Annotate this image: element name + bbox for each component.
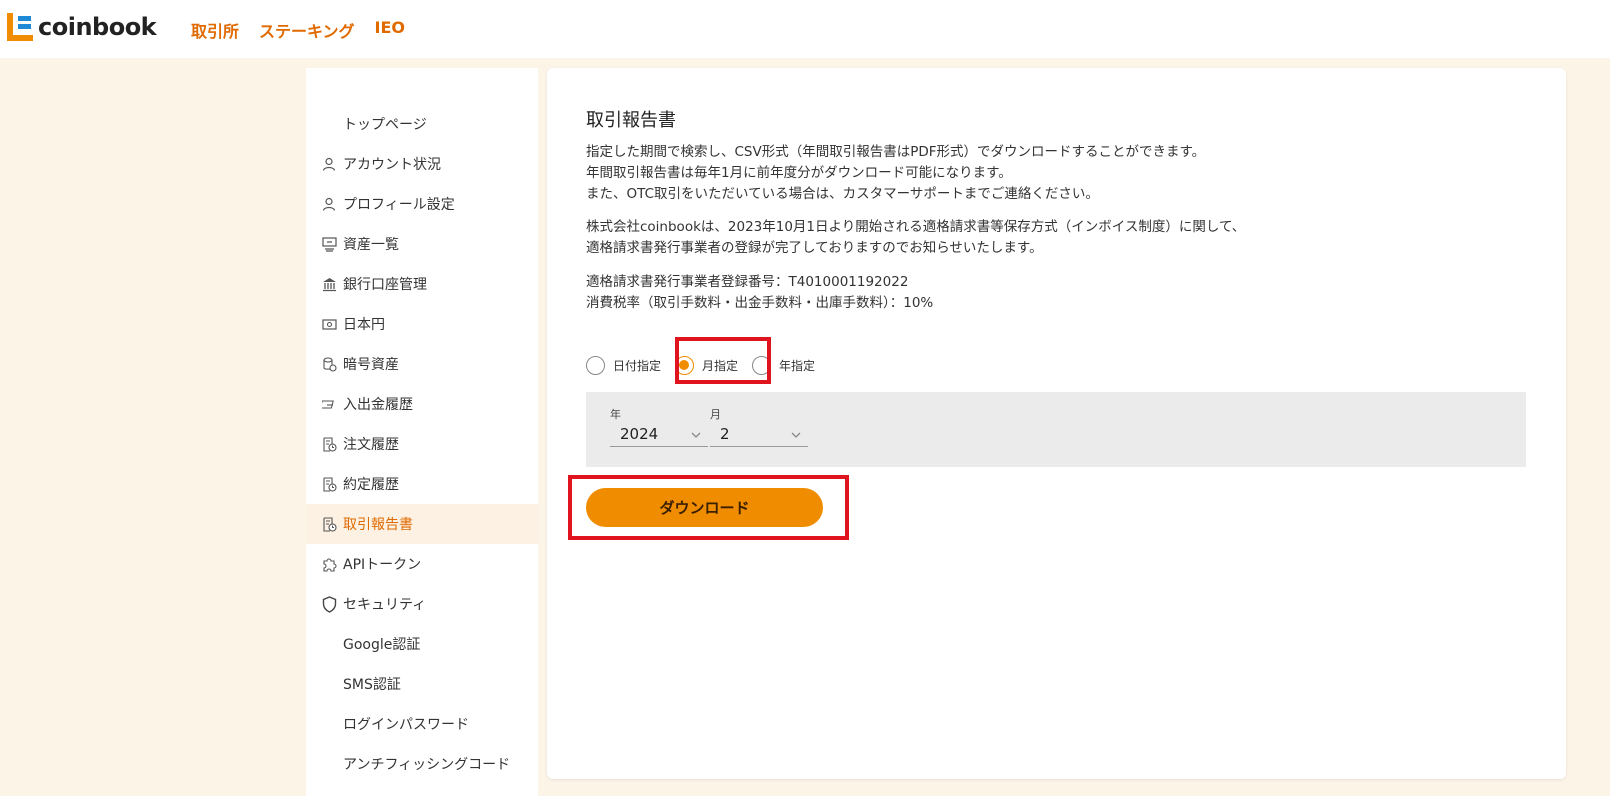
sidebar-item-api-token[interactable]: APIトークン bbox=[306, 544, 538, 584]
transfer-icon bbox=[321, 396, 337, 412]
sidebar-item-asset-list[interactable]: 資産一覧 bbox=[306, 224, 538, 264]
receipt-clock-icon bbox=[321, 516, 337, 532]
sidebar-item-label: 注文履歴 bbox=[343, 437, 399, 453]
sidebar-item-label: 約定履歴 bbox=[343, 477, 399, 493]
description-line: また、OTC取引をいただいている場合は、カスタマーサポートまでご連絡ください。 bbox=[586, 186, 1099, 202]
sidebar-item-label: SMS認証 bbox=[343, 677, 401, 693]
year-value: 2024 bbox=[620, 425, 659, 443]
year-select[interactable]: 2024 bbox=[610, 425, 708, 447]
sidebar-item-jpy[interactable]: 日本円 bbox=[306, 304, 538, 344]
person-icon bbox=[321, 196, 337, 212]
puzzle-icon bbox=[321, 556, 337, 572]
chevron-down-icon bbox=[790, 427, 802, 445]
sidebar-item-sms-auth[interactable]: SMS認証 bbox=[306, 664, 538, 704]
radio-circle bbox=[586, 356, 605, 375]
bank-icon bbox=[321, 276, 337, 292]
coinbook-logo-icon bbox=[7, 13, 33, 41]
person-icon bbox=[321, 156, 337, 172]
main-panel: 取引報告書 指定した期間で検索し、CSV形式（年間取引報告書はPDF形式）でダウ… bbox=[547, 68, 1566, 779]
month-value: 2 bbox=[720, 425, 730, 443]
sidebar-item-anti-phishing-code[interactable]: アンチフィッシングコード bbox=[306, 744, 538, 784]
page-title: 取引報告書 bbox=[586, 110, 676, 131]
highlight-box-download-button bbox=[568, 475, 849, 540]
nav-ieo[interactable]: IEO bbox=[375, 18, 405, 42]
month-label: 月 bbox=[710, 408, 721, 421]
sidebar-item-trade-report[interactable]: 取引報告書 bbox=[306, 504, 538, 544]
sidebar-item-login-password[interactable]: ログインパスワード bbox=[306, 704, 538, 744]
sidebar-item-label: 資産一覧 bbox=[343, 237, 399, 253]
brand-name: coinbook bbox=[38, 13, 157, 41]
radio-date-range[interactable]: 日付指定 bbox=[586, 356, 661, 375]
sidebar-item-label: 日本円 bbox=[343, 317, 385, 333]
month-select[interactable]: 2 bbox=[710, 425, 808, 447]
sidebar-item-label: Google認証 bbox=[343, 637, 421, 653]
sidebar-item-label: トップページ bbox=[343, 117, 427, 133]
sidebar-item-bank-account[interactable]: 銀行口座管理 bbox=[306, 264, 538, 304]
nav-exchange[interactable]: 取引所 bbox=[191, 18, 239, 42]
sidebar-item-execution-history[interactable]: 約定履歴 bbox=[306, 464, 538, 504]
sidebar-item-security[interactable]: セキュリティ bbox=[306, 584, 538, 624]
sidebar-item-profile-settings[interactable]: プロフィール設定 bbox=[306, 184, 538, 224]
sidebar-item-label: アンチフィッシングコード bbox=[343, 757, 511, 773]
description-line: 年間取引報告書は毎年1月に前年度分がダウンロード可能になります。 bbox=[586, 165, 1012, 181]
nav-staking[interactable]: ステーキング bbox=[259, 18, 355, 42]
sidebar-item-crypto-assets[interactable]: 暗号資産 bbox=[306, 344, 538, 384]
sidebar-item-label: APIトークン bbox=[343, 557, 422, 573]
sidebar-item-label: 取引報告書 bbox=[343, 517, 413, 533]
consumption-tax-rate: 消費税率（取引手数料・出金手数料・出庫手数料）：10% bbox=[586, 295, 934, 311]
sidebar-item-label: アカウント状況 bbox=[343, 157, 441, 173]
sidebar-item-account-status[interactable]: アカウント状況 bbox=[306, 144, 538, 184]
receipt-clock-icon bbox=[321, 436, 337, 452]
filter-panel: 年 2024 月 2 bbox=[586, 392, 1526, 467]
coinbook-logo[interactable]: coinbook bbox=[7, 13, 157, 41]
sidebar-item-label: セキュリティ bbox=[343, 597, 427, 613]
top-bar: coinbook 取引所 ステーキング IEO bbox=[0, 0, 1610, 58]
description-block-1: 指定した期間で検索し、CSV形式（年間取引報告書はPDF形式）でダウンロードする… bbox=[586, 142, 1205, 205]
description-line: 株式会社coinbookは、2023年10月1日より開始される適格請求書等保存方… bbox=[586, 219, 1246, 235]
sidebar-item-deposit-withdrawal-history[interactable]: 入出金履歴 bbox=[306, 384, 538, 424]
radio-label: 日付指定 bbox=[613, 359, 662, 373]
banknote-icon bbox=[321, 316, 337, 332]
sidebar-item-order-history[interactable]: 注文履歴 bbox=[306, 424, 538, 464]
sidebar-item-label: プロフィール設定 bbox=[343, 197, 455, 213]
description-line: 適格請求書発行事業者の登録が完了しておりますのでお知らせいたします。 bbox=[586, 240, 1043, 256]
top-nav: 取引所 ステーキング IEO bbox=[191, 18, 405, 42]
description-block-2: 株式会社coinbookは、2023年10月1日より開始される適格請求書等保存方… bbox=[586, 217, 1245, 259]
sidebar-item-label: 銀行口座管理 bbox=[343, 277, 427, 293]
description-block-3: 適格請求書発行事業者登録番号：T4010001192022 消費税率（取引手数料… bbox=[586, 272, 933, 314]
highlight-box-month-radio bbox=[675, 337, 771, 384]
coins-icon bbox=[321, 356, 337, 372]
radio-label: 年指定 bbox=[779, 359, 816, 373]
description-line: 指定した期間で検索し、CSV形式（年間取引報告書はPDF形式）でダウンロードする… bbox=[586, 144, 1206, 160]
sidebar-item-label: 入出金履歴 bbox=[343, 397, 413, 413]
sidebar-item-top-page[interactable]: トップページ bbox=[306, 104, 538, 144]
shield-icon bbox=[321, 595, 337, 613]
sidebar-item-label: ログインパスワード bbox=[343, 717, 469, 733]
chevron-down-icon bbox=[690, 427, 702, 445]
sidebar-item-label: 暗号資産 bbox=[343, 357, 399, 373]
sidebar-item-google-auth[interactable]: Google認証 bbox=[306, 624, 538, 664]
receipt-clock-icon bbox=[321, 476, 337, 492]
asset-list-icon bbox=[321, 236, 337, 252]
invoice-registration-number: 適格請求書発行事業者登録番号：T4010001192022 bbox=[586, 274, 909, 290]
year-label: 年 bbox=[610, 408, 621, 421]
sidebar: トップページ アカウント状況 プロフィール設定 資産一覧 銀行口座管理 日本円 … bbox=[306, 68, 538, 796]
